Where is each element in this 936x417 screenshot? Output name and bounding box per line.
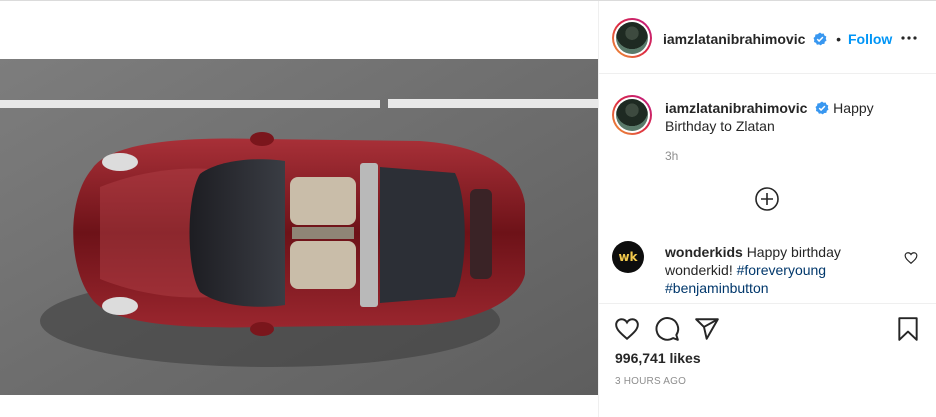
comments-section: iamzlatanibrahimovic Happy Birthday to Z… — [599, 75, 936, 303]
header-user-line: iamzlatanibrahimovic • Follow — [663, 31, 892, 47]
heart-small-icon[interactable] — [904, 251, 918, 265]
wonderkids-logo: wk — [618, 250, 638, 264]
plus-circle-icon[interactable] — [753, 185, 781, 213]
comment-text-block: wonderkids Happy birthday wonderkid! #fo… — [665, 243, 885, 297]
caption-text-block: iamzlatanibrahimovic Happy Birthday to Z… — [665, 99, 895, 135]
post-actions: 996,741 likes 3 hours ago — [599, 303, 936, 417]
separator-dot: • — [836, 31, 842, 47]
caption-avatar[interactable] — [612, 95, 652, 135]
likes-count[interactable]: 996,741 likes — [615, 350, 701, 366]
hashtag-link[interactable]: #benjaminbutton — [665, 280, 769, 296]
post-photo[interactable] — [0, 59, 598, 395]
hashtag-link[interactable]: #foreveryoung — [737, 262, 827, 278]
more-options-icon[interactable] — [899, 28, 919, 48]
post-header: iamzlatanibrahimovic • Follow — [599, 1, 936, 74]
author-avatar[interactable] — [612, 18, 652, 58]
post-timestamp[interactable]: 3 hours ago — [615, 376, 686, 387]
car-illustration — [0, 59, 598, 395]
caption-username[interactable]: iamzlatanibrahimovic — [665, 100, 807, 116]
heart-icon[interactable] — [614, 316, 640, 342]
comment-icon[interactable] — [654, 316, 680, 342]
verified-badge-icon — [815, 101, 829, 115]
post-media-area — [0, 1, 598, 417]
follow-button[interactable]: Follow — [848, 31, 892, 47]
verified-badge-icon — [813, 32, 827, 46]
commenter-avatar[interactable]: wk — [612, 241, 644, 273]
caption-time[interactable]: 3h — [665, 149, 678, 163]
media-letterbox-bottom — [0, 395, 598, 417]
share-icon[interactable] — [694, 316, 720, 342]
media-letterbox-top — [0, 1, 598, 59]
instagram-post: iamzlatanibrahimovic • Follow iamzlatani… — [0, 0, 936, 417]
author-avatar-image — [616, 22, 648, 54]
author-username[interactable]: iamzlatanibrahimovic — [663, 31, 805, 47]
caption-avatar-image — [616, 99, 648, 131]
commenter-username[interactable]: wonderkids — [665, 244, 743, 260]
svg-text:wk: wk — [618, 250, 638, 264]
bookmark-icon[interactable] — [895, 316, 921, 342]
post-side-panel: iamzlatanibrahimovic • Follow iamzlatani… — [598, 1, 936, 417]
